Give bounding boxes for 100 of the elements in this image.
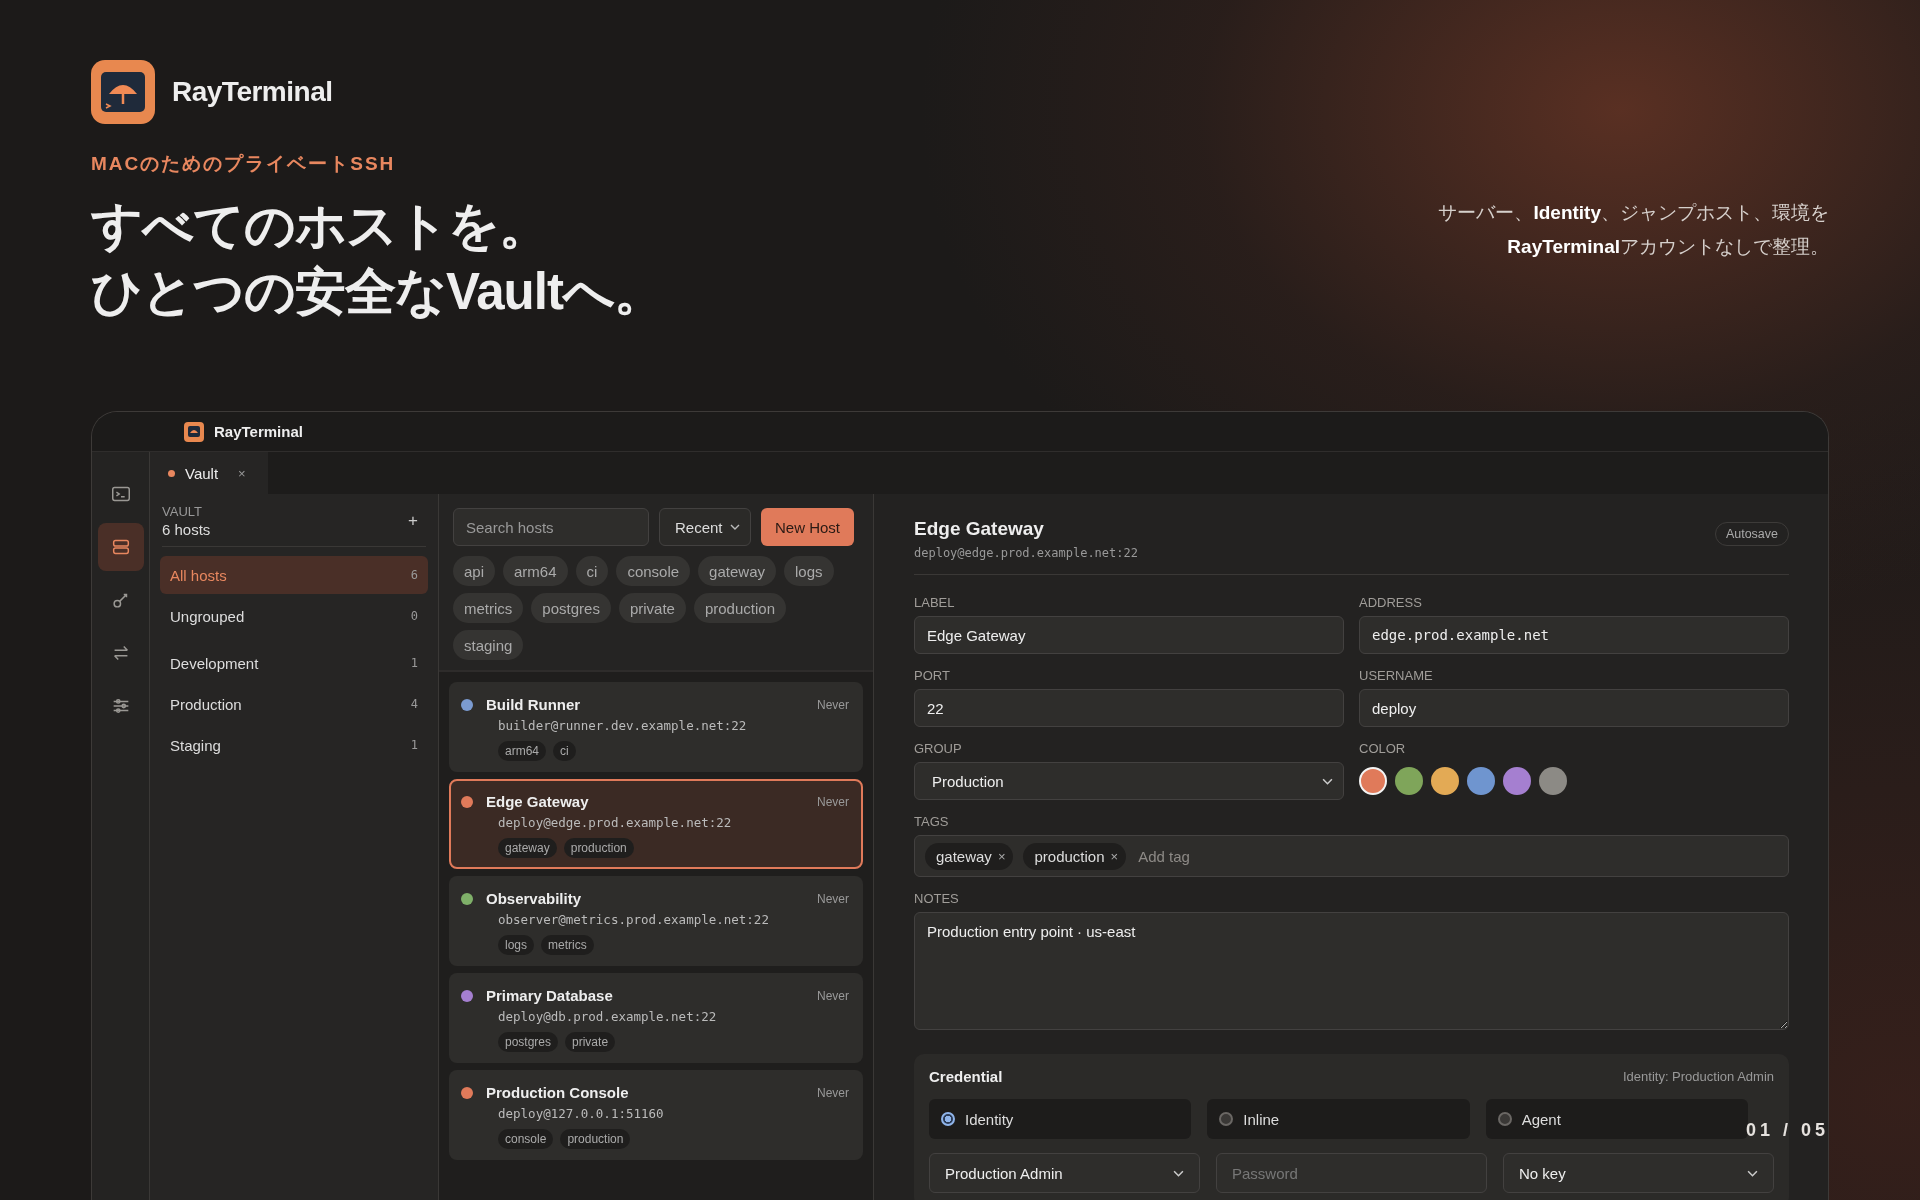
host-name: Edge Gateway [486, 793, 590, 810]
vault-tab[interactable]: Vault × [150, 452, 268, 494]
last-connected: Never [817, 794, 849, 809]
chevron-icon [1173, 1169, 1184, 1177]
color-swatch[interactable] [1503, 767, 1531, 795]
tag-filter[interactable]: console [616, 556, 691, 586]
host-tag: logs [498, 935, 534, 955]
credential-option[interactable]: Inline [1207, 1099, 1470, 1139]
host-tag: production [560, 1129, 631, 1149]
last-connected: Never [817, 697, 849, 712]
host-tag: gateway [498, 838, 557, 858]
notes-field[interactable]: Production entry point · us-east [914, 912, 1789, 1030]
field-label: GROUP [914, 741, 963, 756]
group-item[interactable]: Production 4 [160, 685, 428, 723]
last-connected: Never [817, 891, 849, 906]
chevron-icon [1747, 1169, 1758, 1177]
field-label: TAGS [914, 814, 950, 829]
color-swatch[interactable] [1395, 767, 1423, 795]
host-address: deploy@127.0.0.1:51160 [498, 1106, 665, 1121]
tags-field[interactable]: gateway × production × Add tag [914, 835, 1789, 877]
app-logo-icon [91, 60, 155, 124]
group-dropdown[interactable]: Production [914, 762, 1344, 800]
tag-filter[interactable]: gateway [698, 556, 776, 586]
host-card[interactable]: Production Console Never deploy@127.0.0.1:51160 console production [449, 1070, 863, 1160]
host-address: deploy@edge.prod.example.net:22 [498, 815, 733, 830]
host-tag: console [498, 1129, 554, 1149]
credential-dropdown[interactable]: No key [1503, 1153, 1774, 1193]
color-swatch[interactable] [1359, 767, 1387, 795]
add-group-button[interactable]: + [400, 511, 426, 531]
color-swatch[interactable] [1539, 767, 1567, 795]
chevron-icon [1322, 777, 1333, 785]
host-subtitle: deploy@edge.prod.example.net:22 [914, 546, 1138, 560]
password-field[interactable]: Password [1216, 1153, 1487, 1193]
chevron-icon [730, 524, 740, 530]
tag-filter[interactable]: logs [784, 556, 834, 586]
headline: ひとつの安全なVaultへ。 [91, 262, 664, 322]
host-address: builder@runner.dev.example.net:22 [498, 718, 748, 733]
input-field[interactable]: deploy [1359, 689, 1789, 727]
last-connected: Never [817, 988, 849, 1003]
host-name: Primary Database [486, 987, 614, 1004]
tag-filter[interactable]: staging [453, 630, 524, 660]
input-field[interactable]: Edge Gateway [914, 616, 1344, 654]
host-card[interactable]: Edge Gateway Never deploy@edge.prod.example.net:22 gateway production [449, 779, 863, 869]
tag-filter[interactable]: api [453, 556, 496, 586]
remove-tag-button[interactable]: × [997, 848, 1006, 864]
group-item[interactable]: Ungrouped 0 [160, 597, 428, 635]
input-field[interactable]: edge.prod.example.net [1359, 616, 1789, 654]
color-swatch[interactable] [1431, 767, 1459, 795]
color-swatch[interactable] [1467, 767, 1495, 795]
tag-chip: production × [1023, 842, 1127, 870]
credential-title: Credential [929, 1068, 1003, 1085]
tag-filter[interactable]: private [618, 593, 686, 623]
tag-filter[interactable]: ci [575, 556, 609, 586]
host-tag: private [565, 1032, 616, 1052]
page-counter: 01 / 05 [1745, 1120, 1829, 1141]
radio-button[interactable] [941, 1112, 955, 1126]
host-card[interactable]: Primary Database Never deploy@db.prod.example.net:22 postgres private [449, 973, 863, 1063]
host-count: 6 hosts [162, 521, 211, 538]
field-label: ADDRESS [1359, 595, 1423, 610]
host-tag: metrics [541, 935, 594, 955]
new-host-button[interactable]: New Host [761, 508, 855, 546]
close-tab-button[interactable]: × [238, 465, 246, 481]
credential-summary: Identity: Production Admin [1622, 1069, 1774, 1084]
window-title: RayTerminal [214, 423, 303, 440]
headline: すべてのホストを。 [91, 196, 550, 256]
last-connected: Never [817, 1085, 849, 1100]
tag-filter[interactable]: postgres [531, 593, 611, 623]
add-tag-field[interactable]: Add tag [1136, 846, 1778, 866]
tag-filter[interactable]: production [693, 593, 786, 623]
search-field[interactable]: Search hosts [453, 508, 649, 546]
tag-chip: gateway × [925, 842, 1014, 870]
tag-filter[interactable]: metrics [453, 593, 524, 623]
credential-dropdown[interactable]: Production Admin [929, 1153, 1200, 1193]
server-icon[interactable] [97, 523, 144, 571]
field-label: PORT [914, 668, 951, 683]
group-item[interactable]: Staging 1 [160, 726, 428, 764]
host-card[interactable]: Observability Never observer@metrics.prod.example.net:22 logs metrics [449, 876, 863, 966]
tag-filter[interactable]: arm64 [503, 556, 568, 586]
brand-name: RayTerminal [172, 76, 333, 108]
host-card[interactable]: Build Runner Never builder@runner.dev.example.net:22 arm64 ci [449, 682, 863, 772]
field-label: USERNAME [1359, 668, 1434, 683]
host-name: Observability [486, 890, 583, 907]
radio-button[interactable] [1219, 1112, 1234, 1126]
sort-dropdown[interactable]: Recent [659, 508, 751, 546]
radio-button[interactable] [1497, 1112, 1512, 1126]
host-tag: production [563, 838, 634, 858]
host-name: Production Console [486, 1084, 630, 1101]
field-label: NOTES [914, 891, 960, 906]
remove-tag-button[interactable]: × [1110, 848, 1119, 864]
group-item[interactable]: Development 1 [160, 644, 428, 682]
eyebrow-text: MACのためのプライベートSSH [91, 152, 397, 176]
credential-option[interactable]: Identity [929, 1099, 1192, 1139]
tagline-text: RayTerminalアカウントなしで整理。 [1507, 235, 1829, 259]
input-field[interactable]: 22 [914, 689, 1344, 727]
host-name: Build Runner [486, 696, 582, 713]
field-label: LABEL [914, 595, 956, 610]
vault-heading: VAULT [162, 504, 203, 519]
field-label: COLOR [1359, 741, 1407, 756]
group-item[interactable]: All hosts 6 [160, 556, 428, 594]
host-tag: arm64 [498, 741, 546, 761]
